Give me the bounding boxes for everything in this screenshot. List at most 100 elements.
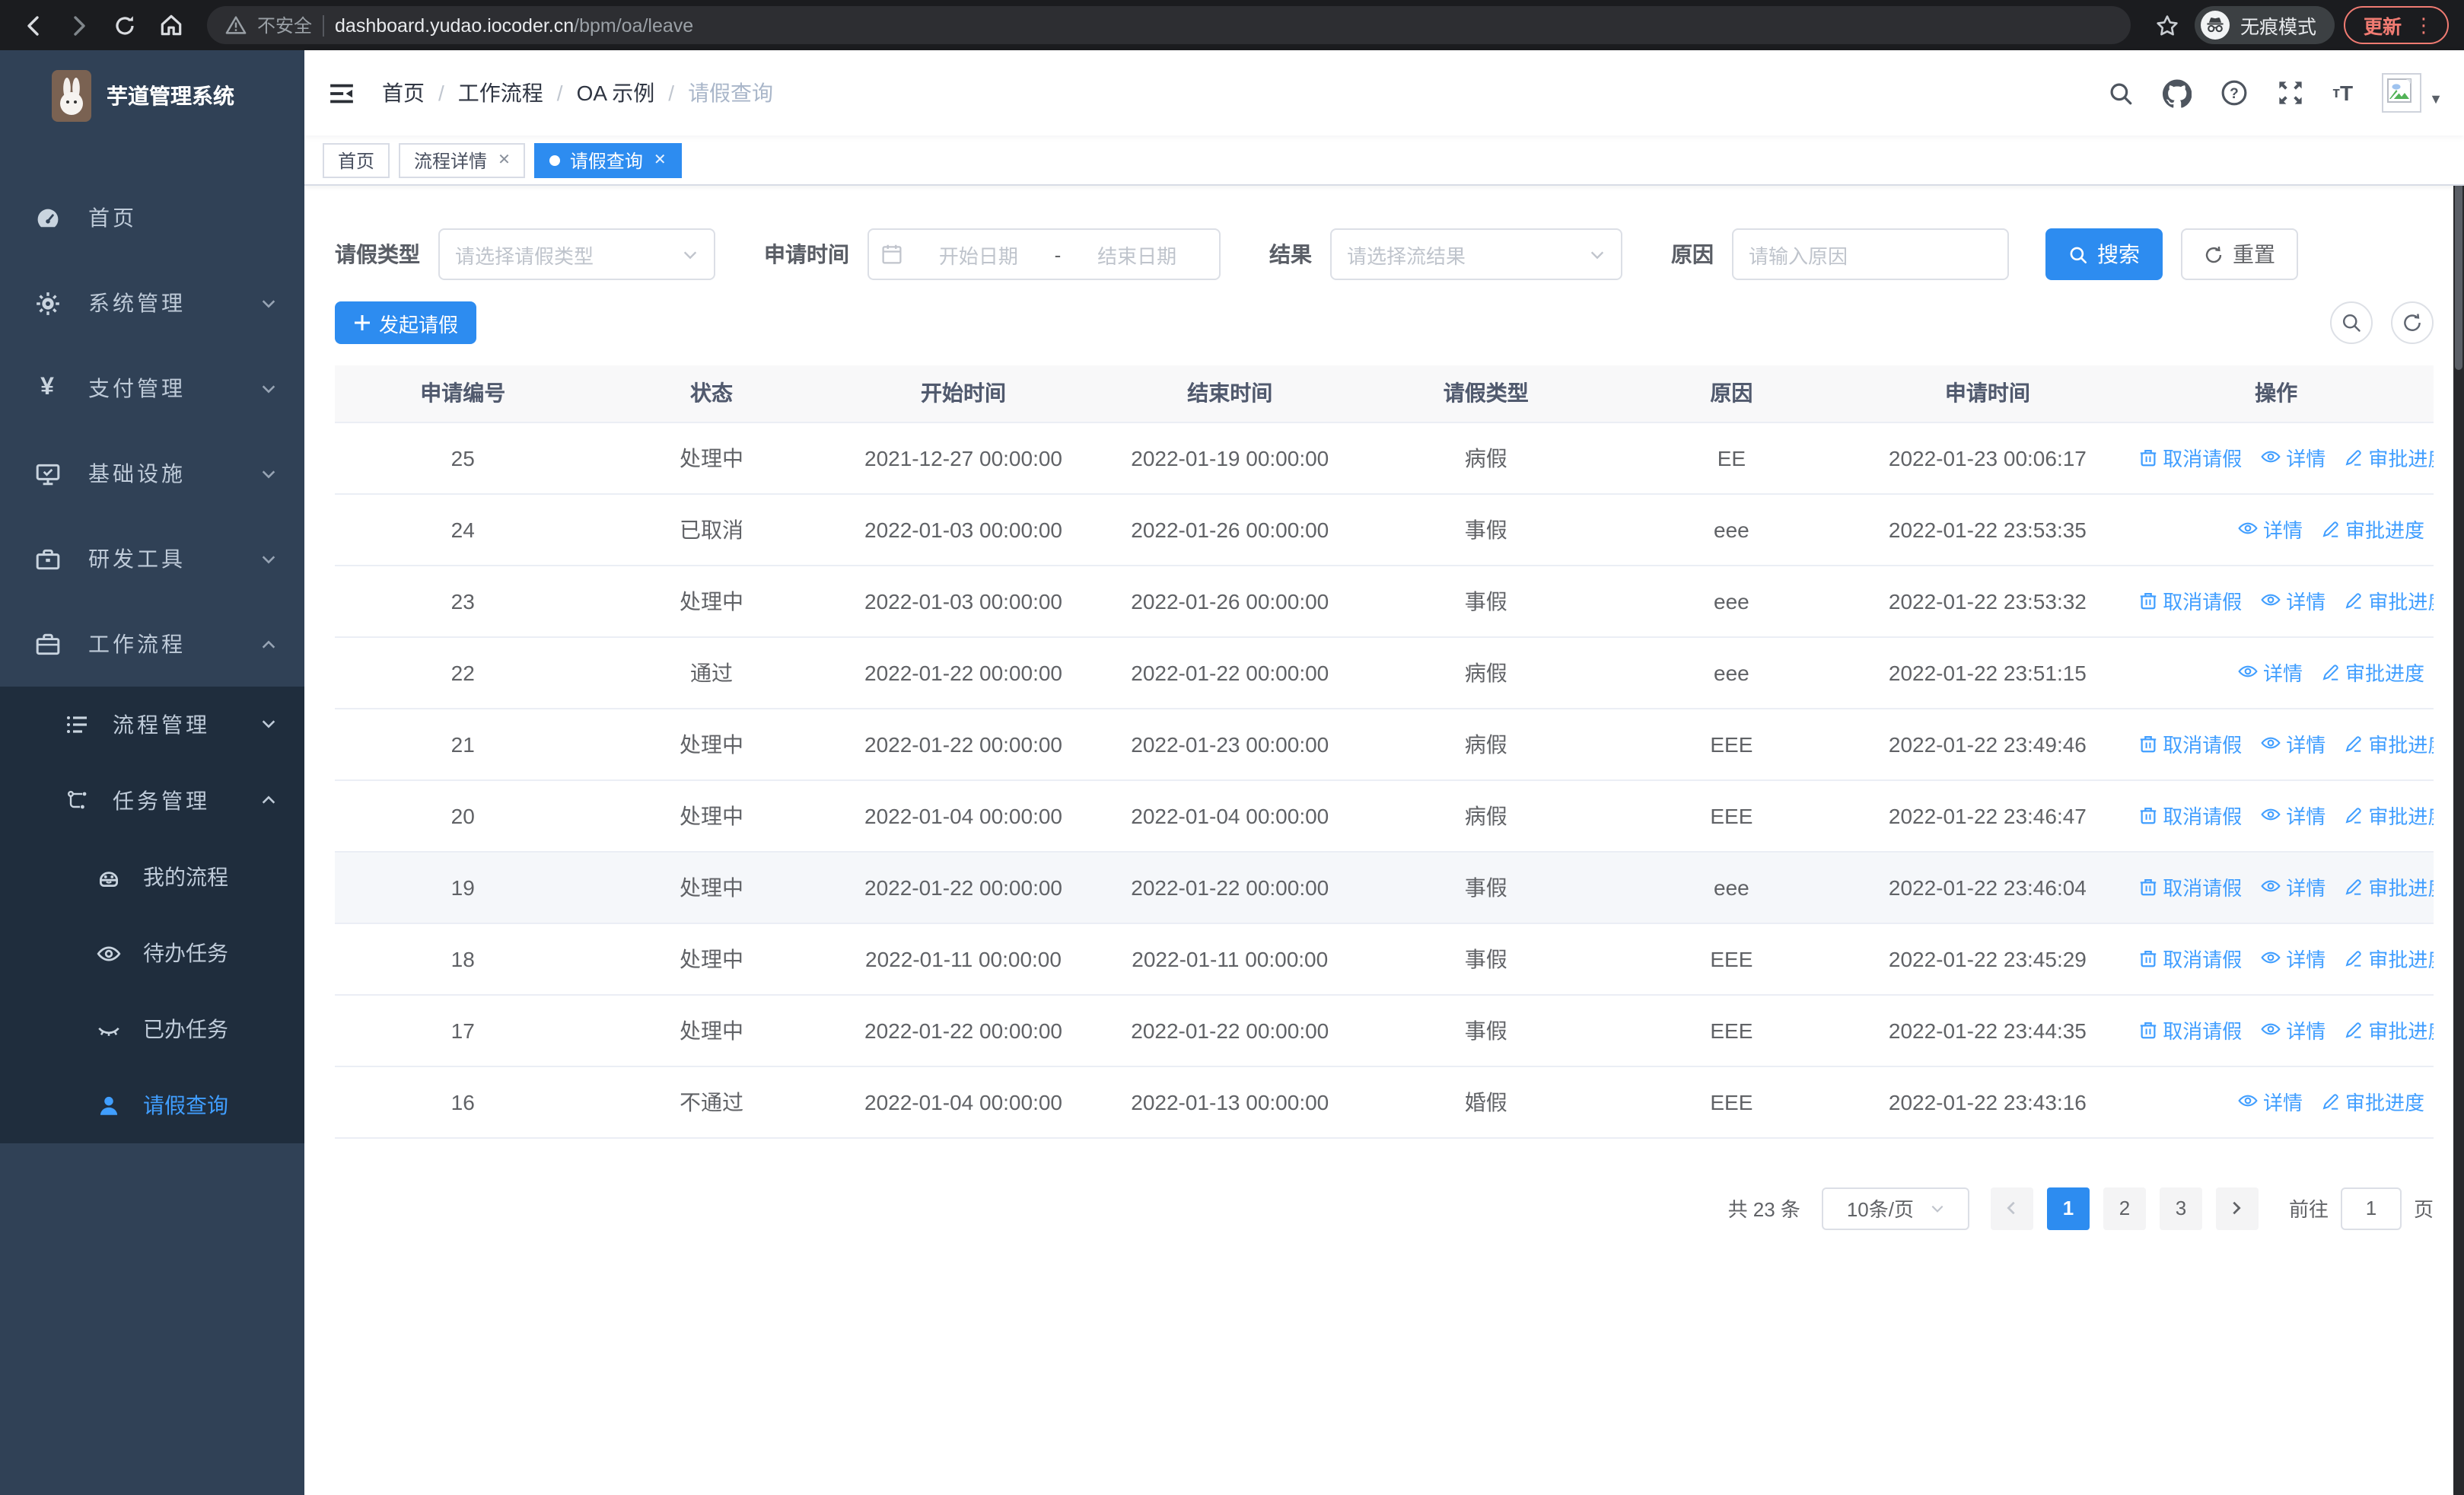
- leave-type-select[interactable]: 请选择请假类型: [438, 228, 715, 280]
- home-icon[interactable]: [152, 7, 189, 43]
- next-page-button[interactable]: [2215, 1187, 2259, 1229]
- reset-button[interactable]: 重置: [2181, 228, 2298, 280]
- detail-link[interactable]: 详情: [2260, 443, 2326, 472]
- table-row[interactable]: 19 处理中 2022-01-22 00:00:00 2022-01-22 00:00…: [335, 851, 2434, 923]
- approval-progress-link[interactable]: 审批进度: [2344, 873, 2434, 902]
- detail-link[interactable]: 详情: [2260, 944, 2326, 973]
- detail-link[interactable]: 详情: [2237, 515, 2303, 543]
- cell-reason: EEE: [1606, 1066, 1857, 1138]
- cancel-leave-link[interactable]: 取消请假: [2138, 444, 2242, 473]
- table-row[interactable]: 21 处理中 2022-01-22 00:00:00 2022-01-23 00:00…: [335, 708, 2434, 780]
- approval-progress-link[interactable]: 审批进度: [2344, 802, 2434, 830]
- cancel-leave-link[interactable]: 取消请假: [2138, 802, 2242, 830]
- detail-link[interactable]: 详情: [2237, 1087, 2303, 1116]
- approval-progress-link[interactable]: 审批进度: [2344, 587, 2434, 616]
- cell-reason: eee: [1606, 493, 1857, 566]
- back-icon[interactable]: [15, 7, 52, 43]
- detail-link[interactable]: 详情: [2260, 1015, 2326, 1044]
- sidebar-item-workflow[interactable]: 工作流程: [0, 601, 304, 687]
- breadcrumb-item[interactable]: 工作流程: [458, 78, 543, 108]
- collapse-sidebar-icon[interactable]: [329, 80, 355, 106]
- url-bar[interactable]: 不安全 dashboard.yudao.iocoder.cn/bpm/oa/le…: [207, 6, 2131, 44]
- not-secure-icon[interactable]: [225, 15, 247, 35]
- security-label[interactable]: 不安全: [257, 12, 312, 38]
- sidebar-item-leave-query[interactable]: 请假查询: [0, 1067, 304, 1143]
- table-row[interactable]: 23 处理中 2022-01-03 00:00:00 2022-01-26 00:00…: [335, 565, 2434, 637]
- table-row[interactable]: 22 通过 2022-01-22 00:00:00 2022-01-22 00:00:…: [335, 636, 2434, 709]
- github-icon[interactable]: [2162, 78, 2192, 107]
- detail-link[interactable]: 详情: [2260, 872, 2326, 901]
- start-date-input[interactable]: 开始日期: [909, 240, 1049, 269]
- avatar[interactable]: [2382, 73, 2422, 113]
- reason-input[interactable]: 请输入原因: [1732, 228, 2009, 280]
- approval-progress-link[interactable]: 审批进度: [2344, 444, 2434, 473]
- goto-page-input[interactable]: 1: [2340, 1187, 2402, 1229]
- detail-link[interactable]: 详情: [2260, 586, 2326, 615]
- approval-progress-link[interactable]: 审批进度: [2321, 1088, 2424, 1117]
- toggle-search-button[interactable]: [2330, 301, 2373, 344]
- table-row[interactable]: 24 已取消 2022-01-03 00:00:00 2022-01-26 00:00…: [335, 493, 2434, 566]
- prev-page-button[interactable]: [1990, 1187, 2033, 1229]
- end-date-input[interactable]: 结束日期: [1067, 240, 1207, 269]
- cancel-leave-link[interactable]: 取消请假: [2138, 873, 2242, 902]
- page-size-select[interactable]: 10条/页: [1821, 1187, 1969, 1229]
- tab-process-detail[interactable]: 流程详情 ✕: [399, 142, 526, 177]
- table-row[interactable]: 20 处理中 2022-01-04 00:00:00 2022-01-04 00:00…: [335, 779, 2434, 852]
- browser-menu-icon[interactable]: ⋮: [2414, 15, 2434, 35]
- forward-icon[interactable]: [61, 7, 97, 43]
- cell-type: 病假: [1365, 779, 1607, 852]
- approval-progress-link[interactable]: 审批进度: [2344, 1016, 2434, 1045]
- help-icon[interactable]: ?: [2220, 79, 2247, 107]
- page-button-1[interactable]: 1: [2046, 1187, 2090, 1229]
- apply-time-range-picker[interactable]: 开始日期 - 结束日期: [867, 228, 1221, 280]
- sidebar-item-payment[interactable]: ¥ 支付管理: [0, 346, 304, 431]
- cancel-leave-link[interactable]: 取消请假: [2138, 1016, 2242, 1045]
- approval-progress-link[interactable]: 审批进度: [2344, 730, 2434, 759]
- create-leave-button[interactable]: 发起请假: [335, 301, 477, 344]
- update-button[interactable]: 更新 ⋮: [2343, 6, 2449, 44]
- breadcrumb-item[interactable]: 首页: [382, 78, 425, 108]
- search-button[interactable]: 搜索: [2045, 228, 2163, 280]
- sidebar-item-done-tasks[interactable]: 已办任务: [0, 991, 304, 1067]
- cell-apply_time: 2022-01-22 23:51:15: [1856, 636, 2119, 709]
- table-row[interactable]: 25 处理中 2021-12-27 00:00:00 2022-01-19 00:00…: [335, 422, 2434, 494]
- detail-link[interactable]: 详情: [2260, 801, 2326, 830]
- page-button-3[interactable]: 3: [2159, 1187, 2202, 1229]
- search-icon[interactable]: [2107, 80, 2133, 106]
- table-row[interactable]: 17 处理中 2022-01-22 00:00:00 2022-01-22 00:00…: [335, 994, 2434, 1066]
- table-row[interactable]: 18 处理中 2022-01-11 00:00:00 2022-01-11 00:00…: [335, 923, 2434, 995]
- cancel-leave-link[interactable]: 取消请假: [2138, 945, 2242, 974]
- sidebar-item-my-process[interactable]: 我的流程: [0, 839, 304, 915]
- detail-link[interactable]: 详情: [2237, 658, 2303, 687]
- sidebar-item-process-mgmt[interactable]: 流程管理: [0, 687, 304, 763]
- refresh-button[interactable]: [2391, 301, 2434, 344]
- sidebar-item-infra[interactable]: 基础设施: [0, 431, 304, 516]
- result-select[interactable]: 请选择流结果: [1330, 228, 1622, 280]
- bookmark-star-icon[interactable]: [2149, 7, 2185, 43]
- breadcrumb-item[interactable]: OA 示例: [577, 78, 655, 108]
- close-icon[interactable]: ✕: [654, 151, 667, 168]
- fullscreen-icon[interactable]: [2276, 79, 2303, 107]
- tab-leave-query[interactable]: 请假查询 ✕: [534, 142, 682, 177]
- cancel-leave-link[interactable]: 取消请假: [2138, 587, 2242, 616]
- approval-progress-link[interactable]: 审批进度: [2321, 515, 2424, 544]
- sidebar-item-system[interactable]: 系统管理: [0, 260, 304, 346]
- page-button-2[interactable]: 2: [2103, 1187, 2146, 1229]
- url-text[interactable]: dashboard.yudao.iocoder.cn/bpm/oa/leave: [335, 14, 693, 36]
- user-menu[interactable]: ▼: [2382, 73, 2443, 113]
- cancel-leave-link[interactable]: 取消请假: [2138, 730, 2242, 759]
- close-icon[interactable]: ✕: [498, 151, 511, 168]
- browser-scrollbar[interactable]: [2453, 50, 2464, 1495]
- sidebar-item-home[interactable]: 首页: [0, 175, 304, 260]
- sidebar-item-todo-tasks[interactable]: 待办任务: [0, 915, 304, 991]
- sidebar-item-task-mgmt[interactable]: 任务管理: [0, 763, 304, 839]
- reload-icon[interactable]: [107, 7, 143, 43]
- table-row[interactable]: 16 不通过 2022-01-04 00:00:00 2022-01-13 00:00…: [335, 1066, 2434, 1138]
- tab-home[interactable]: 首页: [323, 142, 390, 177]
- chevron-down-icon: [1589, 246, 1606, 263]
- approval-progress-link[interactable]: 审批进度: [2321, 658, 2424, 687]
- approval-progress-link[interactable]: 审批进度: [2344, 945, 2434, 974]
- detail-link[interactable]: 详情: [2260, 729, 2326, 758]
- sidebar-item-devtools[interactable]: 研发工具: [0, 516, 304, 601]
- font-size-icon[interactable]: тT: [2332, 81, 2353, 105]
